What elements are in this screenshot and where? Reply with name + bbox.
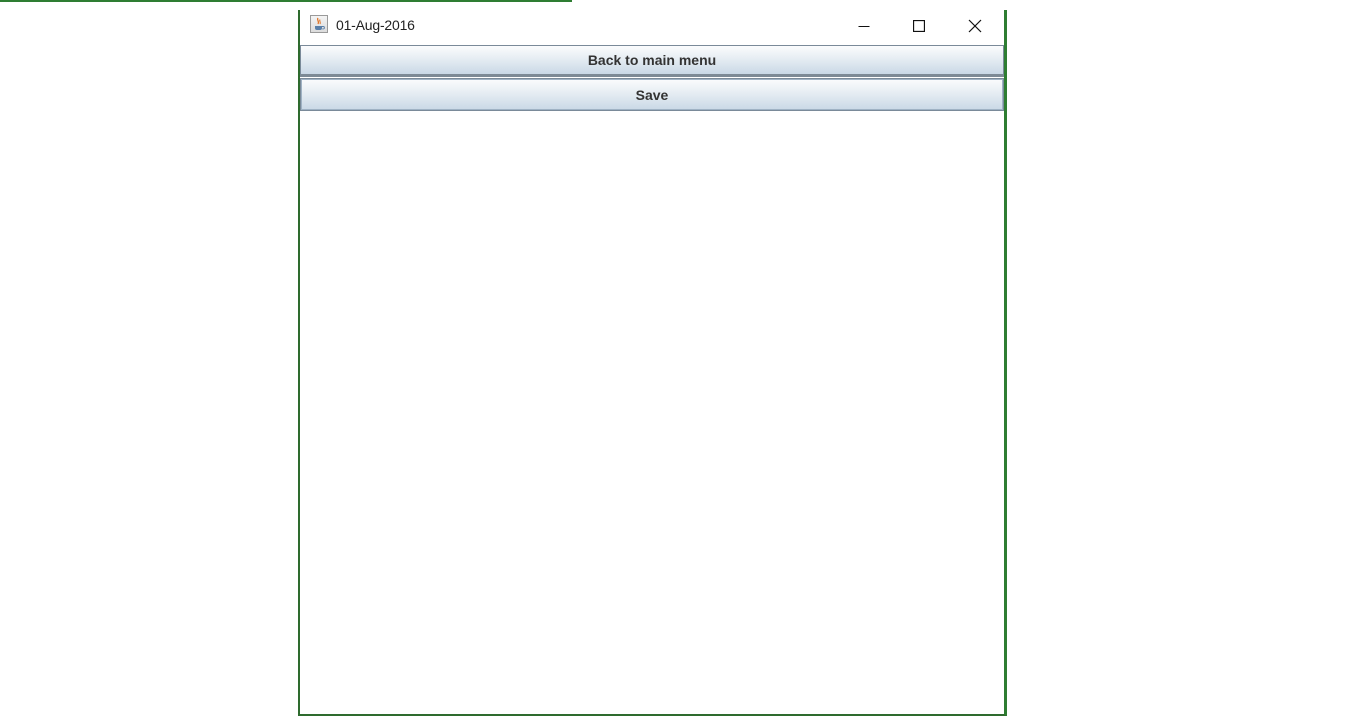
title-bar[interactable]: 01-Aug-2016 bbox=[300, 10, 1004, 44]
java-coffee-cup-icon bbox=[310, 15, 328, 33]
minimize-icon bbox=[858, 20, 870, 32]
maximize-button[interactable] bbox=[896, 10, 942, 42]
background-window-edge bbox=[0, 0, 572, 2]
content-panel bbox=[300, 111, 1004, 714]
close-button[interactable] bbox=[952, 10, 998, 42]
maximize-icon bbox=[913, 20, 925, 32]
app-window: 01-Aug-2016 Back to main menu Save bbox=[298, 10, 1007, 716]
save-button-label: Save bbox=[635, 86, 669, 103]
back-to-main-menu-button[interactable]: Back to main menu bbox=[300, 45, 1004, 77]
save-button[interactable]: Save bbox=[300, 78, 1004, 111]
back-button-label: Back to main menu bbox=[587, 52, 717, 68]
window-title: 01-Aug-2016 bbox=[336, 17, 415, 33]
minimize-button[interactable] bbox=[841, 10, 887, 42]
close-icon bbox=[968, 19, 982, 33]
